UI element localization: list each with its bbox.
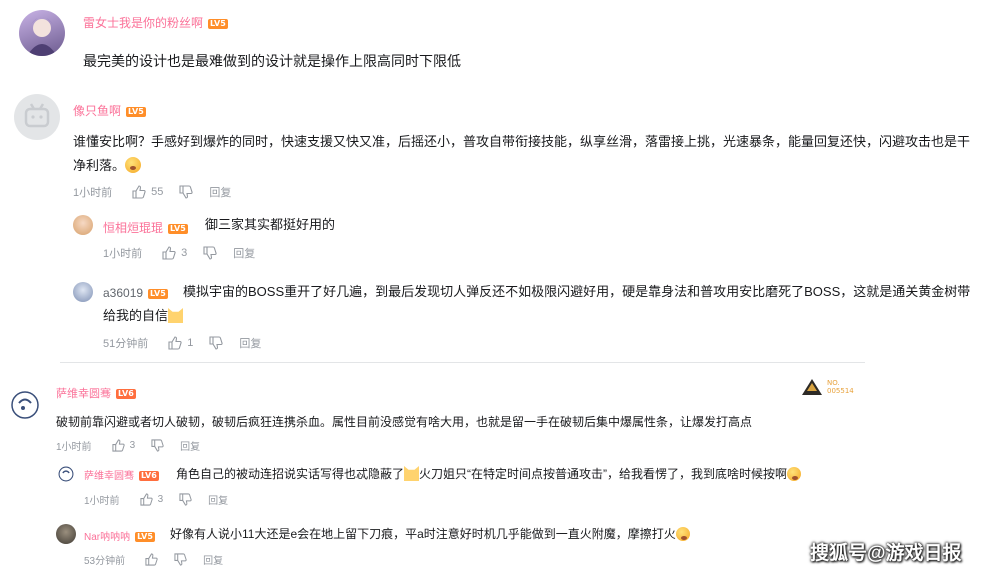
- cat-emoji-icon: [404, 466, 420, 481]
- dislike-button[interactable]: [209, 336, 224, 350]
- reply-text: 好像有人说小11大还是e会在地上留下刀痕，平a时注意好时机几乎能做到一直火附魔，…: [170, 522, 690, 546]
- username-text[interactable]: 恒相烜琨琨: [103, 221, 163, 235]
- like-button[interactable]: 3: [111, 439, 136, 452]
- like-count: 3: [157, 494, 164, 505]
- username-text[interactable]: Nar呐呐呐: [84, 532, 130, 543]
- timestamp: 1小时前: [73, 187, 113, 199]
- reply-meta: 51分钟前 1 回复: [103, 335, 261, 351]
- thumbs-up-icon: [145, 553, 158, 566]
- username-text[interactable]: 萨维幸圆骞: [84, 471, 134, 482]
- thumbs-up-icon: [139, 493, 153, 506]
- level-badge: LV5: [126, 106, 146, 117]
- comment-text: 最完美的设计也是最难做到的设计就是操作上限高同时下限低: [83, 53, 461, 69]
- thumbs-up-icon: [162, 246, 176, 260]
- dislike-button[interactable]: [179, 493, 192, 506]
- avatar[interactable]: [73, 282, 93, 302]
- like-count: 1: [187, 337, 194, 349]
- comment-meta: 1小时前 55 回复: [73, 184, 231, 200]
- reply-body: 好像有人说小11大还是e会在地上留下刀痕，平a时注意好时机几乎能做到一直火附魔，…: [170, 527, 676, 541]
- like-button[interactable]: [145, 553, 158, 566]
- username-text[interactable]: 雷女士我是你的粉丝啊: [83, 16, 203, 30]
- surprised-emoji-icon: [675, 527, 690, 541]
- timestamp: 53分钟前: [84, 556, 126, 567]
- thumbs-down-icon: [151, 439, 164, 452]
- reply-text: 角色自己的被动连招说实话写得也忒隐蔽了 火刀姐只“在特定时间点按普通攻击”，给我看…: [176, 462, 802, 486]
- timestamp: 1小时前: [84, 496, 120, 507]
- avatar[interactable]: [19, 10, 65, 56]
- reply-text: 模拟宇宙的BOSS重开了好几遍，到最后发现切人弹反还不如极限闪避好用，硬是靠身法…: [103, 280, 973, 328]
- comment-text: 谁懂安比啊？手感好到爆炸的同时，快速支援又快又准，后摇还小，普攻自带衔接技能，纵…: [73, 130, 973, 178]
- reply-button[interactable]: 回复: [233, 245, 255, 261]
- avatar[interactable]: [73, 215, 93, 235]
- timestamp: 51分钟前: [103, 338, 149, 350]
- like-count: 3: [129, 440, 136, 451]
- dislike-button[interactable]: [203, 246, 217, 260]
- comment-username[interactable]: 萨维幸圆骞 LV6: [56, 385, 136, 401]
- dislike-button[interactable]: [151, 439, 164, 452]
- badge-number: 005514: [827, 387, 854, 395]
- watermark: 搜狐号@游戏日报: [810, 543, 962, 564]
- timestamp: 1小时前: [103, 248, 143, 260]
- reply-username[interactable]: Nar呐呐呐 LV5: [84, 528, 155, 543]
- like-count: 3: [181, 247, 188, 259]
- avatar[interactable]: [56, 524, 76, 544]
- reply-meta: 1小时前 3 回复: [84, 492, 228, 507]
- username-text[interactable]: 像只鱼啊: [73, 104, 121, 118]
- reply-body: 模拟宇宙的BOSS重开了好几遍，到最后发现切人弹反还不如极限闪避好用，硬是靠身法…: [103, 284, 971, 323]
- avatar[interactable]: [14, 94, 60, 140]
- thumbs-down-icon: [203, 246, 217, 260]
- thumbs-up-icon: [111, 439, 125, 452]
- thumbs-down-icon: [209, 336, 224, 350]
- cat-emoji-icon: [168, 308, 184, 323]
- like-button[interactable]: 1: [168, 336, 193, 350]
- like-button[interactable]: 55: [132, 185, 163, 199]
- like-button[interactable]: 3: [162, 246, 187, 260]
- avatar[interactable]: [58, 466, 74, 482]
- reply-username[interactable]: 恒相烜琨琨 LV5: [103, 219, 188, 236]
- reply-meta: 53分钟前 回复: [84, 552, 223, 567]
- fan-badge-icon: [802, 379, 822, 395]
- timestamp: 1小时前: [56, 442, 92, 453]
- dislike-button[interactable]: [179, 185, 194, 199]
- comment-meta: 1小时前 3 回复: [56, 438, 200, 453]
- thumbs-down-icon: [179, 493, 192, 506]
- level-badge: LV5: [135, 532, 155, 543]
- reply-text: 御三家其实都挺好用的: [205, 217, 336, 232]
- reply-meta: 1小时前 3 回复: [103, 245, 255, 261]
- reply-username[interactable]: 萨维幸圆骞 LV6: [84, 467, 159, 482]
- avatar[interactable]: [10, 390, 40, 420]
- level-badge: LV5: [168, 223, 188, 234]
- comment-username[interactable]: 雷女士我是你的粉丝啊 LV5: [83, 14, 228, 31]
- thumbs-down-icon: [174, 553, 187, 566]
- reply-button[interactable]: 回复: [208, 492, 228, 507]
- dislike-button[interactable]: [174, 553, 187, 566]
- level-badge: LV5: [208, 18, 228, 29]
- surprised-emoji-icon: [125, 157, 142, 173]
- sweat-emoji-icon: [787, 467, 802, 481]
- thumbs-down-icon: [179, 185, 194, 199]
- comment-username[interactable]: 像只鱼啊 LV5: [73, 102, 146, 119]
- fan-badge: NO. 005514: [800, 376, 862, 398]
- reply-button[interactable]: 回复: [239, 335, 261, 351]
- comment-text: 破韧前靠闪避或者切人破韧，破韧后疯狂连携杀血。属性目前没感觉有啥大用，也就是留一…: [56, 415, 753, 429]
- thumbs-up-icon: [132, 185, 146, 199]
- reply-button[interactable]: 回复: [180, 438, 200, 453]
- divider: [60, 362, 865, 363]
- like-count: 55: [151, 186, 164, 198]
- like-button[interactable]: 3: [139, 493, 164, 506]
- level-badge: LV6: [116, 389, 136, 400]
- badge-label: NO.: [827, 379, 840, 387]
- thumbs-up-icon: [168, 336, 182, 350]
- level-badge: LV6: [139, 471, 159, 482]
- username-text[interactable]: 萨维幸圆骞: [56, 388, 111, 400]
- reply-body-cont: 火刀姐只“在特定时间点按普通攻击”，给我看愣了，我到底啥时候按啊: [419, 467, 788, 481]
- comment-body: 谁懂安比啊？手感好到爆炸的同时，快速支援又快又准，后摇还小，普攻自带衔接技能，纵…: [73, 134, 971, 173]
- reply-body: 角色自己的被动连招说实话写得也忒隐蔽了: [176, 467, 405, 481]
- reply-button[interactable]: 回复: [203, 552, 223, 567]
- reply-button[interactable]: 回复: [209, 184, 231, 200]
